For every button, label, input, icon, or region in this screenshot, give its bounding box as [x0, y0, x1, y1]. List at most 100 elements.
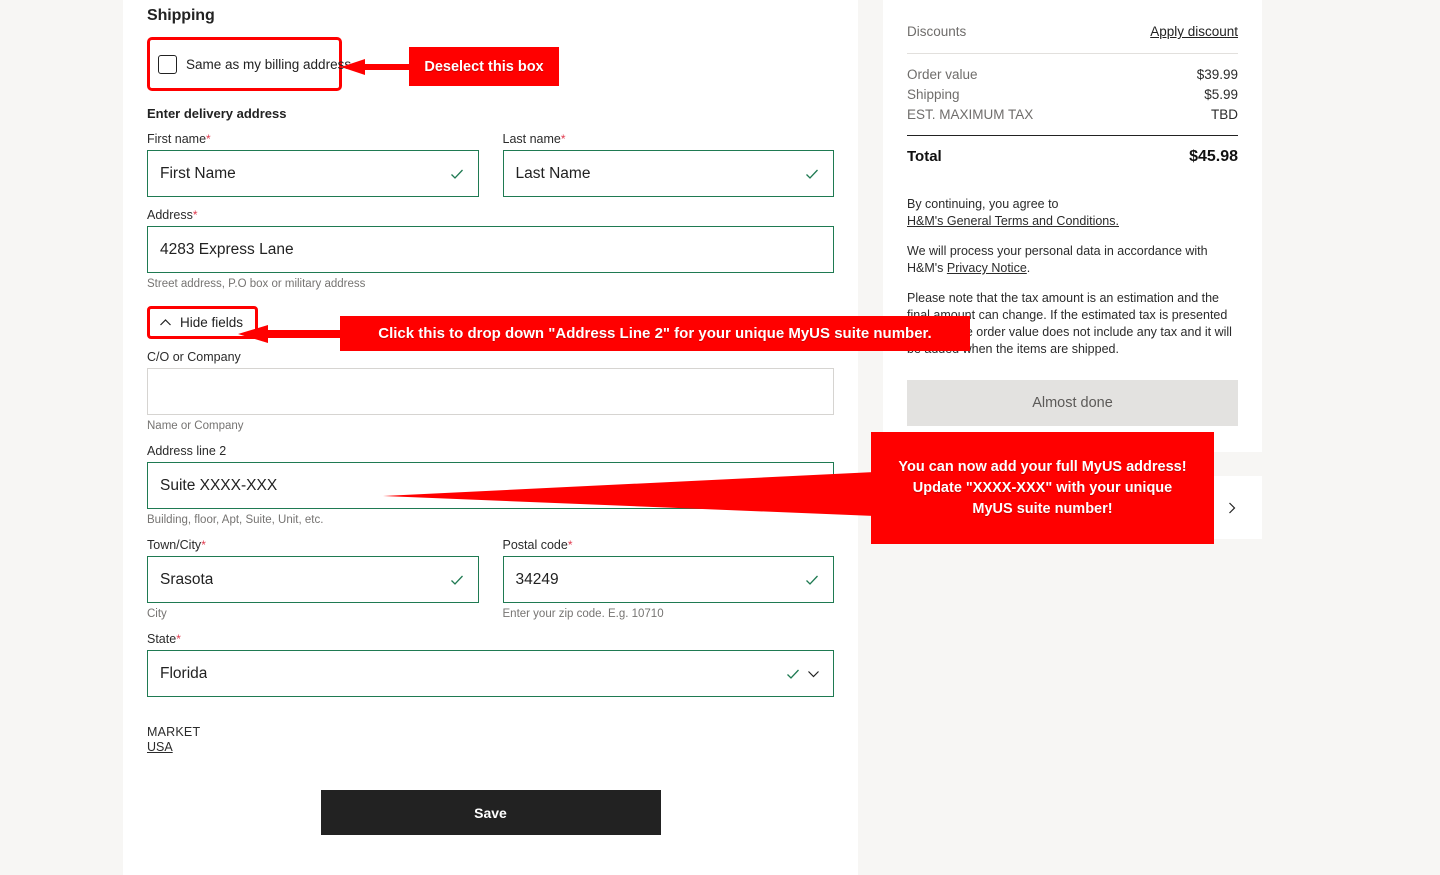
- annotation-myus-line2: Update "XXXX-XXX" with your unique: [913, 478, 1172, 499]
- summary-line-shipping: Shipping $5.99: [907, 87, 1238, 102]
- state-row: State* Florida: [147, 632, 834, 697]
- first-name-label-text: First name: [147, 132, 206, 146]
- town-city-label-text: Town/City: [147, 538, 201, 552]
- total-row: Total $45.98: [907, 136, 1238, 172]
- apply-discount-link[interactable]: Apply discount: [1150, 24, 1238, 39]
- town-city-helper-text: City: [147, 607, 479, 621]
- discounts-row: Discounts Apply discount: [907, 14, 1238, 53]
- address-row: Address* 4283 Express Lane Street addres…: [147, 208, 834, 291]
- address-value: 4283 Express Lane: [160, 226, 294, 273]
- summary-line-order-value: Order value $39.99: [907, 67, 1238, 82]
- address-label: Address*: [147, 208, 834, 222]
- annotation-myus-address: You can now add your full MyUS address! …: [871, 432, 1214, 544]
- summary-line-value: TBD: [1211, 107, 1238, 122]
- summary-line-value: $5.99: [1204, 87, 1238, 102]
- first-name-input[interactable]: First Name: [147, 150, 479, 197]
- annotation-myus-line3: MyUS suite number!: [972, 499, 1112, 520]
- hide-fields-label: Hide fields: [180, 315, 243, 330]
- first-name-field-wrap: First name* First Name: [147, 132, 479, 197]
- save-button[interactable]: Save: [321, 790, 661, 835]
- almost-done-button[interactable]: Almost done: [907, 380, 1238, 426]
- postal-code-input[interactable]: 34249: [503, 556, 835, 603]
- first-name-value: First Name: [160, 150, 236, 197]
- chevron-up-icon: [159, 316, 172, 329]
- same-as-billing-label: Same as my billing address: [186, 57, 351, 72]
- address-label-text: Address: [147, 208, 193, 222]
- first-name-label: First name*: [147, 132, 479, 146]
- market-block: MARKET USA: [147, 725, 834, 754]
- summary-line-value: $39.99: [1197, 67, 1238, 82]
- last-name-field-wrap: Last name* Last Name: [503, 132, 835, 197]
- name-row: First name* First Name Last name* Last N…: [147, 132, 834, 197]
- totals-lines: Order value $39.99 Shipping $5.99 EST. M…: [907, 54, 1238, 135]
- legal-terms-intro: By continuing, you agree to: [907, 197, 1059, 211]
- town-city-input[interactable]: Srasota: [147, 556, 479, 603]
- market-value[interactable]: USA: [147, 740, 834, 754]
- legal-terms-paragraph: By continuing, you agree to H&M's Genera…: [907, 196, 1238, 230]
- shipping-form-column: Shipping Same as my billing address Ente…: [123, 0, 858, 875]
- enter-delivery-address-heading: Enter delivery address: [147, 106, 834, 121]
- town-city-label: Town/City*: [147, 538, 479, 552]
- terms-and-conditions-link[interactable]: H&M's General Terms and Conditions.: [907, 214, 1119, 228]
- required-asterisk: *: [201, 538, 206, 552]
- last-name-value: Last Name: [516, 150, 591, 197]
- valid-check-icon: [805, 167, 819, 181]
- co-company-row: C/O or Company Name or Company: [147, 350, 834, 433]
- postal-code-field-wrap: Postal code* 34249 Enter your zip code. …: [503, 538, 835, 621]
- chevron-right-icon[interactable]: [1226, 502, 1238, 514]
- market-label: MARKET: [147, 725, 834, 739]
- total-value: $45.98: [1189, 148, 1238, 166]
- state-value: Florida: [160, 650, 207, 697]
- valid-check-icon: [450, 167, 464, 181]
- legal-privacy-intro: We will process your personal data in ac…: [907, 244, 1208, 258]
- address-line-2-label: Address line 2: [147, 444, 834, 458]
- annotation-arrow-2: [238, 322, 344, 346]
- same-as-billing-highlight: Same as my billing address: [147, 37, 342, 91]
- town-city-value: Srasota: [160, 556, 213, 603]
- order-summary-card: Discounts Apply discount Order value $39…: [883, 0, 1262, 452]
- address-input[interactable]: 4283 Express Lane: [147, 226, 834, 273]
- annotation-deselect-box: Deselect this box: [409, 47, 559, 86]
- valid-check-icon: [805, 573, 819, 587]
- postal-code-value: 34249: [516, 556, 559, 603]
- required-asterisk: *: [193, 208, 198, 222]
- state-field-wrap: State* Florida: [147, 632, 834, 697]
- summary-line-label: EST. MAXIMUM TAX: [907, 107, 1033, 122]
- annotation-myus-line1: You can now add your full MyUS address!: [898, 457, 1186, 478]
- chevron-down-icon[interactable]: [807, 667, 820, 680]
- required-asterisk: *: [206, 132, 211, 146]
- annotation-hide-fields: Click this to drop down "Address Line 2"…: [340, 316, 970, 351]
- last-name-label-text: Last name: [503, 132, 561, 146]
- co-company-input[interactable]: [147, 368, 834, 415]
- valid-check-icon: [450, 573, 464, 587]
- total-label: Total: [907, 148, 942, 165]
- town-postal-row: Town/City* Srasota City Postal code* 342…: [147, 538, 834, 621]
- legal-privacy-paragraph: We will process your personal data in ac…: [907, 243, 1238, 277]
- state-label: State*: [147, 632, 834, 646]
- legal-privacy-intro2: H&M's: [907, 261, 947, 275]
- required-asterisk: *: [568, 538, 573, 552]
- annotation-arrow-3: [383, 470, 875, 518]
- summary-line-est-max-tax: EST. MAXIMUM TAX TBD: [907, 107, 1238, 122]
- same-as-billing-checkbox[interactable]: [158, 55, 177, 74]
- town-city-field-wrap: Town/City* Srasota City: [147, 538, 479, 621]
- co-company-label: C/O or Company: [147, 350, 834, 364]
- summary-line-label: Order value: [907, 67, 978, 82]
- last-name-input[interactable]: Last Name: [503, 150, 835, 197]
- valid-check-icon: [786, 667, 800, 681]
- state-label-text: State: [147, 632, 176, 646]
- postal-code-label: Postal code*: [503, 538, 835, 552]
- checkout-page: Shipping Same as my billing address Ente…: [0, 0, 1440, 875]
- postal-code-helper-text: Enter your zip code. E.g. 10710: [503, 607, 835, 621]
- address-line-2-value: Suite XXXX-XXX: [160, 462, 277, 509]
- last-name-label: Last name*: [503, 132, 835, 146]
- summary-line-label: Shipping: [907, 87, 960, 102]
- co-company-helper-text: Name or Company: [147, 419, 834, 433]
- state-select[interactable]: Florida: [147, 650, 834, 697]
- page-title: Shipping: [147, 7, 834, 25]
- annotation-arrow-1: [341, 56, 413, 78]
- privacy-notice-link[interactable]: Privacy Notice: [947, 261, 1027, 275]
- required-asterisk: *: [561, 132, 566, 146]
- postal-code-label-text: Postal code: [503, 538, 568, 552]
- discounts-label: Discounts: [907, 24, 966, 39]
